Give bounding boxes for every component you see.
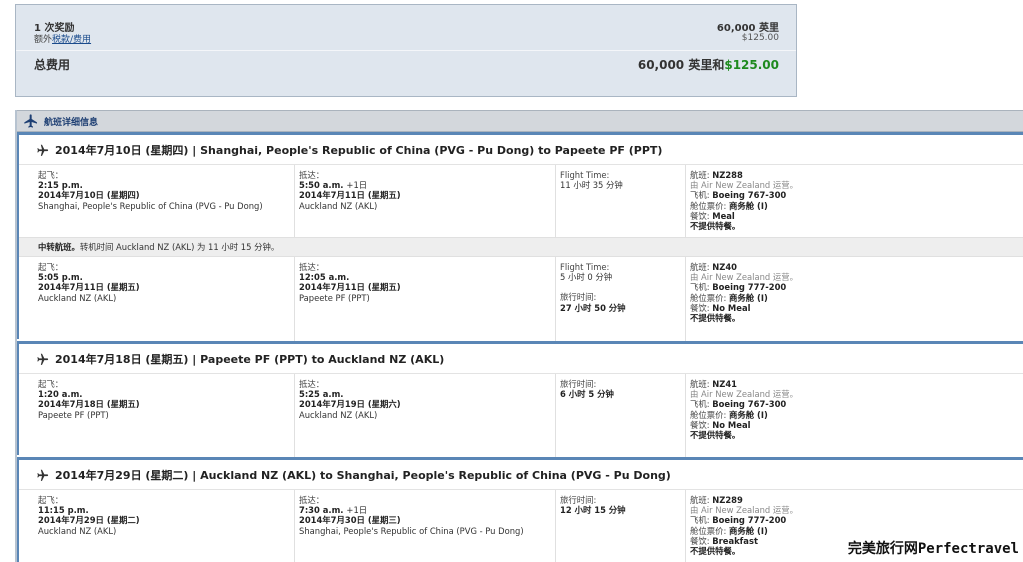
meal: No Meal [712,419,751,430]
arrival-date: 2014年7月11日 (星期五) [299,282,401,293]
flight-info-cell: 航班: NZ40 由 Air New Zealand 运营。 飞机: Boein… [686,257,1006,341]
special-meal-note: 不提供特餐。 [690,430,741,441]
arrival-time: 12:05 a.m. [299,272,350,283]
flight-segment: 起飞： 1:20 a.m. 2014年7月18日 (星期五) Papeete P… [19,374,1023,458]
flight-time: 5 小时 0 分钟 [560,272,613,283]
flight-info-cell: 航班: NZ41 由 Air New Zealand 运营。 飞机: Boein… [686,374,1006,458]
total-travel-time: 12 小时 15 分钟 [560,505,626,516]
airplane-icon [23,113,39,129]
tax-amount: $125.00 [741,33,779,43]
arrival-cell: 抵达： 5:50 a.m. +1日 2014年7月11日 (星期五) Auckl… [295,165,556,237]
duration-cell: Flight Time: 5 小时 0 分钟 旅行时间: 27 小时 50 分钟 [556,257,686,341]
fare-summary: 1 次奖励 60,000 英里 额外税款/费用 $125.00 总费用 60,0… [15,4,797,97]
meal: Meal [712,210,735,221]
departure-place: Papeete PF (PPT) [38,409,109,420]
meal: No Meal [712,302,751,313]
flight-details-panel: 航班详细信息 2014年7月10日 (星期四) | Shanghai, Peop… [15,110,1023,562]
watermark: 完美旅行网Perfectravel [847,541,1019,557]
summary-divider [16,50,796,51]
duration-cell: Flight Time: 11 小时 35 分钟 [556,165,686,237]
special-meal-note: 不提供特餐。 [690,221,741,232]
flight-number: NZ288 [712,170,743,180]
total-money: $125.00 [724,58,779,72]
airplane-icon [35,468,49,482]
departure-place: Auckland NZ (AKL) [38,525,117,536]
tax-prefix: 额外 [34,35,53,45]
arrival-place: Auckland NZ (AKL) [299,200,378,211]
aircraft: Boeing 777-200 [712,515,787,526]
flight-segment: 起飞： 5:05 p.m. 2014年7月11日 (星期五) Auckland … [19,257,1023,341]
arrival-date: 2014年7月30日 (星期三) [299,515,401,526]
flight-number: NZ41 [712,379,737,389]
total-travel-time: 6 小时 5 分钟 [560,389,614,400]
taxes-fees-link[interactable]: 税款/费用 [52,35,91,45]
flight-info-cell: 航班: NZ288 由 Air New Zealand 运营。 飞机: Boei… [686,165,1006,237]
connection-notice: 中转航班。 转机时间 Auckland NZ (AKL) 为 11 小时 15 分… [19,237,1023,257]
departure-time: 2:15 p.m. [38,180,83,191]
arrival-place: Auckland NZ (AKL) [299,409,378,420]
total-miles: 60,000 英里和 [637,58,725,72]
cabin-class: 商务舱 (I) [729,525,768,536]
total-cost-value: 60,000 英里和$125.00 [638,56,779,73]
arrival-time: 7:30 a.m. +1日 [299,505,368,516]
departure-cell: 起飞： 1:20 a.m. 2014年7月18日 (星期五) Papeete P… [19,374,295,458]
flight-segment: 起飞： 2:15 p.m. 2014年7月10日 (星期四) Shanghai,… [19,165,1023,237]
operated-by: 由 Air New Zealand 运营。 [690,272,799,283]
airplane-icon [35,143,49,157]
departure-place: Auckland NZ (AKL) [38,292,117,303]
airplane-icon [35,352,49,366]
arrival-time: 5:50 a.m. +1日 [299,180,368,191]
operated-by: 由 Air New Zealand 运营。 [690,505,799,516]
flight-leg-2: 2014年7月18日 (星期五) | Papeete PF (PPT) to A… [17,341,1023,458]
flight-details-header: 航班详细信息 [17,110,1023,132]
arrival-place: Shanghai, People's Republic of China (PV… [299,525,524,536]
leg-title: 2014年7月10日 (星期四) | Shanghai, People's Re… [19,135,1023,165]
award-miles: 60,000 英里 [716,23,779,34]
arrival-date: 2014年7月19日 (星期六) [299,399,401,410]
cabin-class: 商务舱 (I) [729,200,768,211]
departure-cell: 起飞： 5:05 p.m. 2014年7月11日 (星期五) Auckland … [19,257,295,341]
departure-time: 5:05 p.m. [38,272,83,283]
departure-date: 2014年7月29日 (星期二) [38,515,140,526]
aircraft: Boeing 777-200 [712,282,787,293]
departure-time: 11:15 p.m. [38,505,89,516]
duration-cell: 旅行时间: 6 小时 5 分钟 [556,374,686,458]
leg-title: 2014年7月29日 (星期二) | Auckland NZ (AKL) to … [19,460,1023,490]
operated-by: 由 Air New Zealand 运营。 [690,180,799,191]
operated-by: 由 Air New Zealand 运营。 [690,389,799,400]
arrival-place: Papeete PF (PPT) [299,292,370,303]
flight-number: NZ289 [712,495,743,505]
departure-date: 2014年7月18日 (星期五) [38,399,140,410]
total-travel-time: 27 小时 50 分钟 [560,302,626,313]
departure-place: Shanghai, People's Republic of China (PV… [38,200,263,211]
flight-leg-1: 2014年7月10日 (星期四) | Shanghai, People's Re… [17,132,1023,341]
arrival-date: 2014年7月11日 (星期五) [299,190,401,201]
duration-cell: 旅行时间: 12 小时 15 分钟 [556,490,686,562]
flight-details-title: 航班详细信息 [44,117,99,128]
flight-time: 11 小时 35 分钟 [560,180,623,191]
departure-date: 2014年7月10日 (星期四) [38,190,140,201]
meal: Breakfast [712,535,758,546]
arrival-cell: 抵达： 7:30 a.m. +1日 2014年7月30日 (星期三) Shang… [295,490,556,562]
departure-time: 1:20 a.m. [38,389,83,400]
departure-cell: 起飞： 2:15 p.m. 2014年7月10日 (星期四) Shanghai,… [19,165,295,237]
departure-cell: 起飞： 11:15 p.m. 2014年7月29日 (星期二) Auckland… [19,490,295,562]
cabin-class: 商务舱 (I) [729,292,768,303]
aircraft: Boeing 767-300 [712,399,787,410]
special-meal-note: 不提供特餐。 [690,313,741,324]
tax-label: 额外税款/费用 [34,32,91,45]
leg-title: 2014年7月18日 (星期五) | Papeete PF (PPT) to A… [19,344,1023,374]
total-cost-label: 总费用 [34,58,71,72]
flight-number: NZ40 [712,262,737,272]
aircraft: Boeing 767-300 [712,190,787,201]
arrival-time: 5:25 a.m. [299,389,344,400]
departure-date: 2014年7月11日 (星期五) [38,282,140,293]
cabin-class: 商务舱 (I) [729,409,768,420]
arrival-cell: 抵达： 12:05 a.m. 2014年7月11日 (星期五) Papeete … [295,257,556,341]
arrival-cell: 抵达： 5:25 a.m. 2014年7月19日 (星期六) Auckland … [295,374,556,458]
